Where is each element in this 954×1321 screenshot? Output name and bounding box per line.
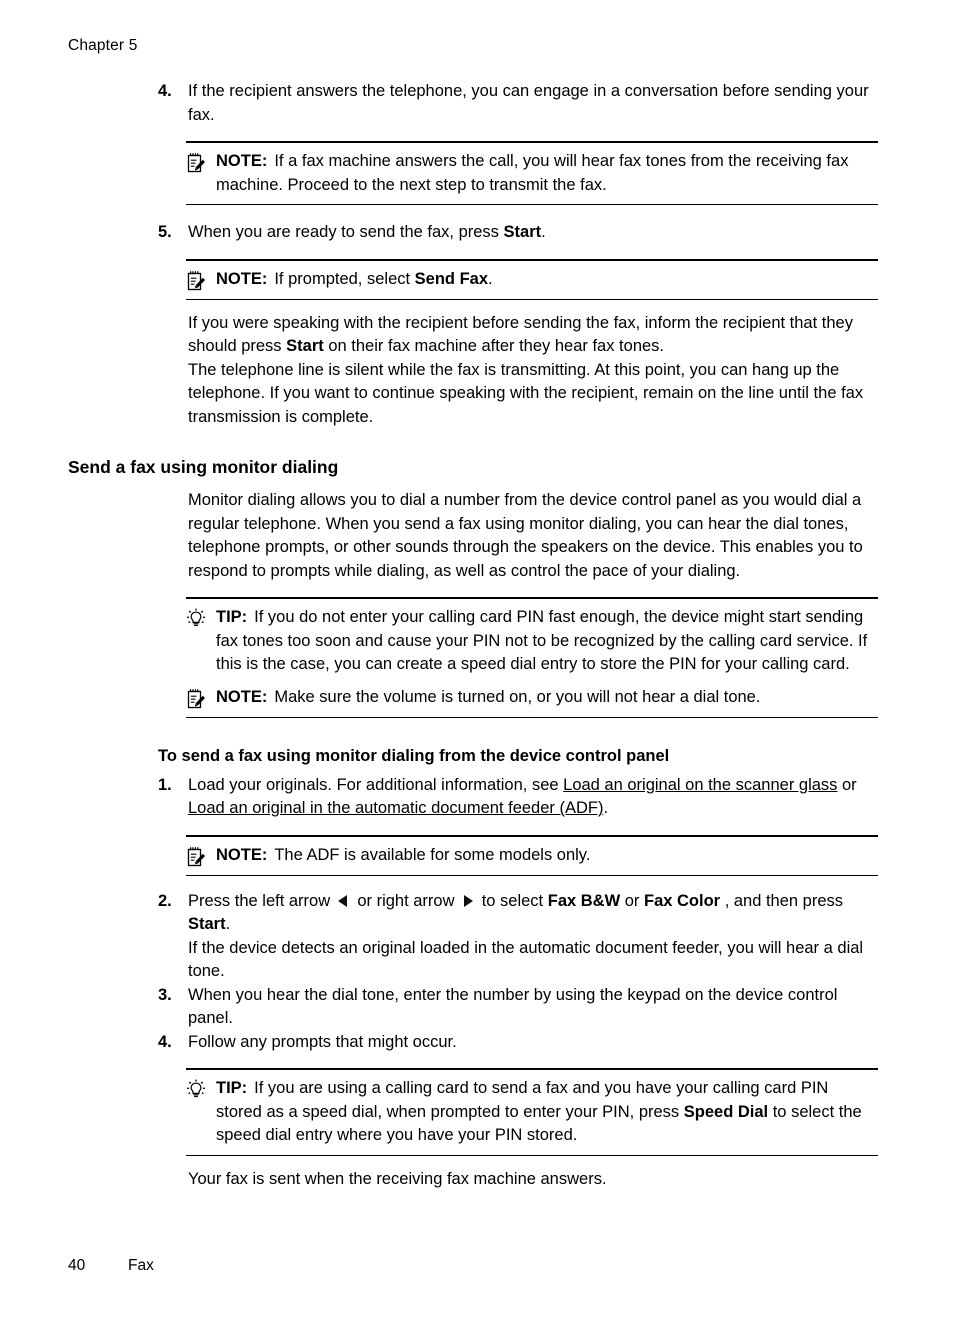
tip-label: TIP: [216, 608, 248, 626]
link-load-original-scanner-glass[interactable]: Load an original on the scanner glass [563, 776, 837, 794]
step-extra-text: If the device detects an original loaded… [188, 938, 864, 981]
list-item: 1. Load your originals. For additional i… [68, 774, 878, 821]
tip-admonition: TIP: If you are using a calling card to s… [186, 1077, 878, 1148]
note-label: NOTE: [216, 845, 268, 864]
note-admonition: NOTE: If prompted, select Send Fax. [186, 268, 878, 292]
procedure-heading: To send a fax using monitor dialing from… [158, 746, 670, 765]
link-load-original-adf[interactable]: Load an original in the automatic docume… [188, 799, 603, 817]
note-body: The ADF is available for some models onl… [274, 845, 591, 864]
paragraph: If you were speaking with the recipient … [188, 312, 878, 359]
step-text: Press the left arrow or right arrow to s… [188, 890, 878, 984]
step-text-part: or [620, 891, 644, 910]
list-item: 3. When you hear the dial tone, enter th… [68, 984, 878, 1031]
step-text: Follow any prompts that might occur. [188, 1032, 457, 1051]
step-text-part: . [225, 915, 231, 933]
list-item: 4. If the recipient answers the telephon… [68, 80, 878, 127]
emphasis-send-fax: Send Fax [414, 269, 489, 288]
note-text: NOTE: Make sure the volume is turned on, … [216, 686, 878, 710]
step-text: When you hear the dial tone, enter the n… [188, 985, 838, 1028]
note-block: NOTE: If a fax machine answers the call, … [186, 141, 878, 205]
document-page: Chapter 5 4. If the recipient answers th… [0, 0, 954, 1321]
paragraph: The telephone line is silent while the f… [188, 360, 864, 426]
step-number: 4. [158, 1032, 172, 1051]
list-item: 5. When you are ready to send the fax, p… [68, 221, 878, 245]
step-number: 1. [158, 775, 172, 794]
list-item: 2. Press the left arrow or right arrow t… [68, 890, 878, 984]
closing-paragraph: Your fax is sent when the receiving fax … [188, 1169, 607, 1188]
list-item: 4. Follow any prompts that might occur. [68, 1031, 878, 1055]
step-text-before: Load your originals. For additional info… [188, 775, 564, 794]
note-block: NOTE: If prompted, select Send Fax. [186, 258, 878, 300]
step-text-after: . [603, 799, 609, 817]
tip-block: TIP: If you are using a calling card to s… [186, 1068, 878, 1156]
footer-section-name: Fax [128, 1257, 154, 1274]
emphasis-speed-dial: Speed Dial [683, 1102, 769, 1121]
note-clipboard-pencil-icon [186, 152, 216, 174]
emphasis-fax-bw: Fax B&W [547, 891, 621, 910]
emphasis-fax-color: Fax Color [644, 891, 721, 910]
tip-admonition: TIP: If you do not enter your calling car… [186, 606, 878, 677]
step-text-before: When you are ready to send the fax, pres… [188, 223, 504, 241]
note-admonition: NOTE: Make sure the volume is turned on, … [186, 686, 878, 710]
paragraph-after: on their fax machine after they hear fax… [323, 337, 665, 355]
step-number: 3. [158, 985, 172, 1004]
note-body: Make sure the volume is turned on, or yo… [274, 687, 761, 706]
note-label: NOTE: [216, 687, 268, 706]
tip-lightbulb-icon [186, 608, 216, 630]
footer-page-number: 40 [68, 1257, 86, 1274]
step-number: 2. [158, 891, 172, 910]
note-clipboard-pencil-icon [186, 688, 216, 710]
tip-note-block: TIP: If you do not enter your calling car… [186, 597, 878, 718]
note-clipboard-pencil-icon [186, 846, 216, 868]
step-text-part: or right arrow [352, 891, 460, 910]
note-text: NOTE: The ADF is available for some model… [216, 844, 878, 868]
note-label: NOTE: [216, 269, 268, 288]
tip-body: If you do not enter your calling card PI… [216, 608, 868, 673]
note-body-after: . [488, 269, 493, 288]
page-footer: 40 Fax [68, 1256, 154, 1276]
step-text-part: , and then press [720, 891, 844, 910]
note-body: If a fax machine answers the call, you w… [216, 152, 849, 194]
note-block: NOTE: The ADF is available for some model… [186, 834, 878, 876]
step-number: 5. [158, 223, 172, 241]
tip-text: TIP: If you do not enter your calling car… [216, 606, 878, 677]
note-label: NOTE: [216, 152, 268, 170]
tip-label: TIP: [216, 1079, 248, 1097]
left-arrow-icon [337, 894, 351, 908]
page-content: 4. If the recipient answers the telephon… [68, 80, 878, 1191]
step-text: Load your originals. For additional info… [188, 774, 878, 821]
note-text: NOTE: If a fax machine answers the call, … [216, 150, 878, 197]
step-text-part: Press the left arrow [188, 891, 335, 910]
step-text-after: . [541, 223, 546, 241]
chapter-running-head: Chapter 5 [68, 37, 138, 54]
step-text: If the recipient answers the telephone, … [188, 82, 869, 124]
step-text-part: to select [477, 891, 548, 910]
step-number: 4. [158, 82, 172, 100]
emphasis-start: Start [286, 337, 324, 355]
emphasis-start: Start [188, 915, 226, 933]
step-text: When you are ready to send the fax, pres… [188, 221, 878, 245]
note-text: NOTE: If prompted, select Send Fax. [216, 268, 878, 292]
step-text-middle: or [837, 775, 857, 794]
tip-lightbulb-icon [186, 1079, 216, 1101]
note-admonition: NOTE: If a fax machine answers the call, … [186, 150, 878, 197]
tip-text: TIP: If you are using a calling card to s… [216, 1077, 878, 1148]
note-admonition: NOTE: The ADF is available for some model… [186, 844, 878, 868]
right-arrow-icon [461, 894, 475, 908]
note-body-before: If prompted, select [274, 269, 415, 288]
section-heading: Send a fax using monitor dialing [68, 457, 339, 477]
section-intro-paragraph: Monitor dialing allows you to dial a num… [188, 491, 863, 580]
note-clipboard-pencil-icon [186, 270, 216, 292]
emphasis-start: Start [503, 223, 542, 241]
